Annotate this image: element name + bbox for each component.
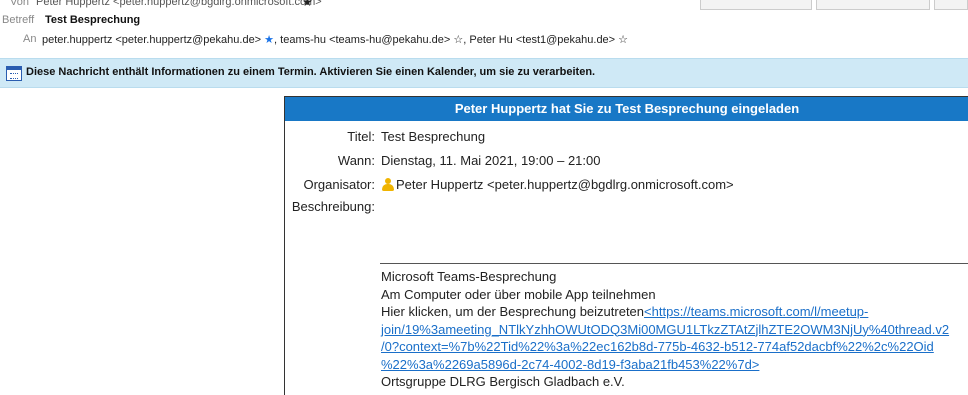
meeting-link[interactable]: join/19%3ameeting_NTlkYzhhOWUtODQ3Mi00MG… bbox=[381, 322, 949, 337]
description-body: Microsoft Teams-Besprechung Am Computer … bbox=[381, 268, 965, 391]
organizer-label: Organisator: bbox=[303, 177, 375, 192]
star-outline-icon[interactable]: ☆ bbox=[618, 34, 628, 46]
forward-button[interactable] bbox=[934, 0, 968, 10]
recipient[interactable]: peter.huppertz <peter.huppertz@pekahu.de… bbox=[42, 34, 261, 46]
description-line: Am Computer oder über mobile App teilneh… bbox=[381, 286, 656, 302]
subject-row: Betreff Test Besprechung bbox=[0, 12, 968, 28]
reply-all-button[interactable] bbox=[816, 0, 930, 10]
subject-label: Betreff bbox=[2, 14, 35, 26]
subject-value: Test Besprechung bbox=[45, 14, 141, 26]
from-label: Von bbox=[10, 0, 29, 8]
star-icon[interactable]: ★ bbox=[302, 0, 313, 9]
join-text: Hier klicken, um der Besprechung beizutr… bbox=[381, 304, 645, 319]
recipient[interactable]: Peter Hu <test1@pekahu.de> bbox=[469, 34, 615, 46]
reply-button[interactable] bbox=[700, 0, 812, 10]
organizer-field[interactable]: Peter Huppertz <peter.huppertz@bgdlrg.on… bbox=[381, 176, 734, 193]
to-recipients: peter.huppertz <peter.huppertz@pekahu.de… bbox=[42, 34, 629, 46]
to-row: An peter.huppertz <peter.huppertz@pekahu… bbox=[0, 30, 968, 48]
meeting-link[interactable]: %22%3a%2269a5896d-2c74-4002-8d19-f3aba21… bbox=[381, 357, 759, 372]
to-label: An bbox=[23, 33, 37, 45]
banner-text: Diese Nachricht enthält Informationen zu… bbox=[26, 66, 596, 78]
meeting-link[interactable]: /0?context=%7b%22Tid%22%3a%22ec162b8d-77… bbox=[381, 339, 934, 354]
invitation-card: Peter Huppertz hat Sie zu Test Besprechu… bbox=[284, 96, 968, 395]
organizer-value[interactable]: Peter Huppertz <peter.huppertz@bgdlrg.on… bbox=[396, 177, 734, 192]
when-value: Dienstag, 11. Mai 2021, 19:00 – 21:00 bbox=[381, 153, 601, 168]
title-label: Titel: bbox=[347, 129, 375, 144]
calendar-notice-banner: Diese Nachricht enthält Informationen zu… bbox=[0, 58, 968, 88]
title-value: Test Besprechung bbox=[381, 129, 486, 144]
recipient[interactable]: teams-hu <teams-hu@pekahu.de> bbox=[280, 34, 450, 46]
when-label: Wann: bbox=[337, 153, 375, 168]
from-value[interactable]: Peter Huppertz <peter.huppertz@bgdlrg.on… bbox=[36, 0, 322, 8]
description-label: Beschreibung: bbox=[291, 199, 375, 214]
calendar-icon bbox=[6, 66, 22, 81]
invitation-header: Peter Huppertz hat Sie zu Test Besprechu… bbox=[285, 97, 968, 121]
star-outline-icon[interactable]: ☆ bbox=[453, 34, 463, 46]
join-line: Hier klicken, um der Besprechung beizutr… bbox=[381, 303, 965, 321]
divider bbox=[380, 263, 968, 264]
meeting-link[interactable]: <https://teams.microsoft.com/l/meetup- bbox=[644, 304, 868, 319]
header-toolbar bbox=[696, 0, 968, 10]
description-line: Microsoft Teams-Besprechung bbox=[381, 269, 557, 284]
star-icon[interactable]: ★ bbox=[264, 34, 274, 46]
description-line: Ortsgruppe DLRG Bergisch Gladbach e.V. bbox=[381, 374, 625, 389]
person-icon bbox=[381, 178, 394, 191]
